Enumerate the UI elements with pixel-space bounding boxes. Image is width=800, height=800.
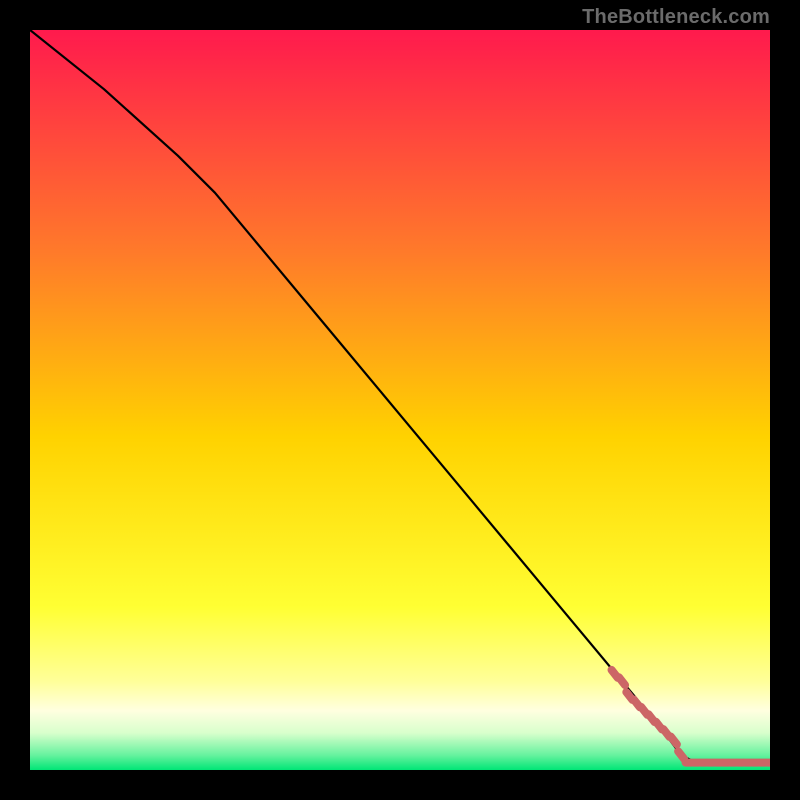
bottleneck-curve bbox=[30, 30, 770, 763]
chart-overlay bbox=[30, 30, 770, 770]
plot-area bbox=[30, 30, 770, 770]
highlight-markers bbox=[606, 664, 770, 766]
chart-frame: TheBottleneck.com bbox=[0, 0, 800, 800]
attribution-label: TheBottleneck.com bbox=[582, 6, 770, 29]
